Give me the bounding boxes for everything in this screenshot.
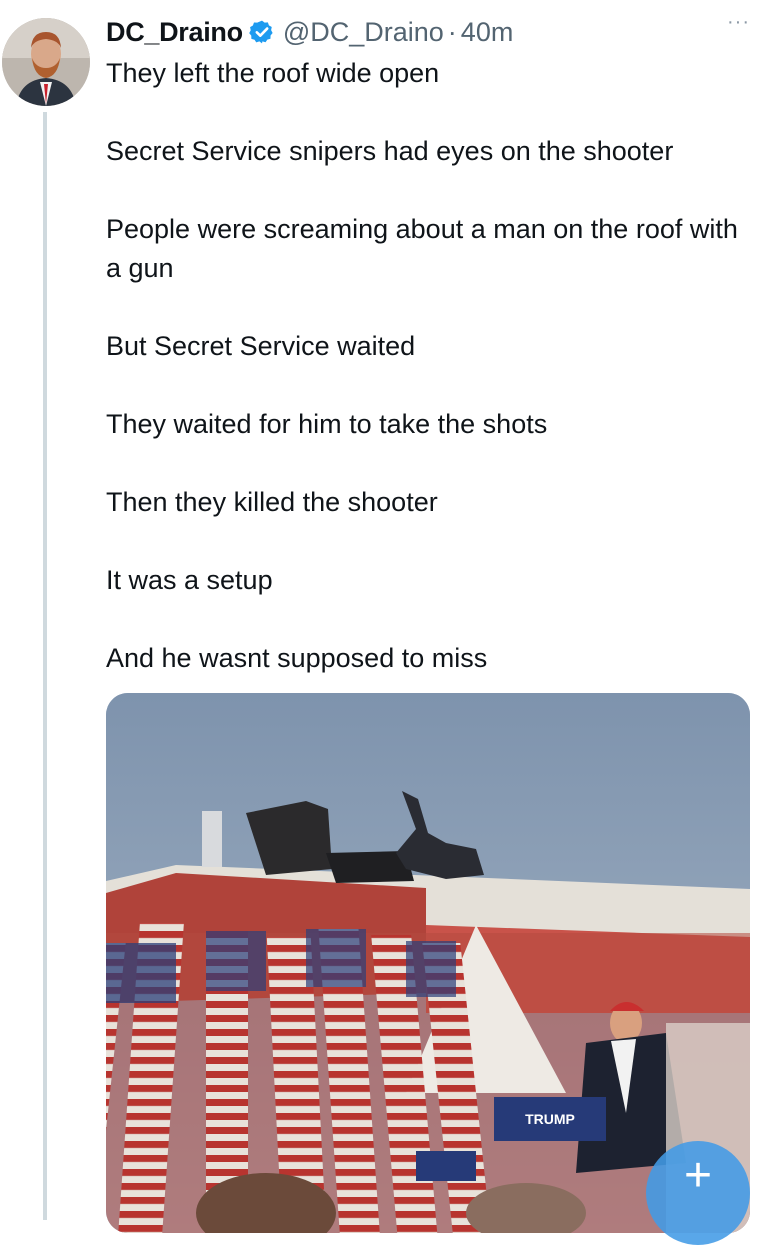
avatar[interactable] [2, 18, 90, 106]
compose-button[interactable]: + [646, 1141, 750, 1245]
plus-icon: + [683, 1149, 713, 1202]
timestamp[interactable]: 40m [461, 17, 514, 48]
author-handle[interactable]: @DC_Draino [283, 17, 444, 48]
avatar-image [2, 18, 90, 106]
tweet-line: It was a setup [106, 565, 273, 595]
tweet-line: Then they killed the shooter [106, 487, 438, 517]
podium-sign: TRUMP [525, 1111, 575, 1127]
tweet-text: They left the roof wide open Secret Serv… [106, 54, 756, 678]
tweet-line: They left the roof wide open [106, 58, 440, 88]
tweet-header: DC_Draino @DC_Draino · 40m [106, 12, 768, 52]
tweet-media-photo[interactable]: TRUMP [106, 693, 750, 1233]
author-name[interactable]: DC_Draino [106, 17, 243, 48]
tweet-line: And he wasnt supposed to miss [106, 643, 488, 673]
tweet-line: Secret Service snipers had eyes on the s… [106, 136, 674, 166]
tweet-line: But Secret Service waited [106, 331, 416, 361]
rally-photo: TRUMP [106, 693, 750, 1233]
more-options-icon[interactable]: ··· [727, 12, 750, 32]
tweet-line: People were screaming about a man on the… [106, 214, 738, 283]
thread-line [43, 112, 47, 1220]
meta-separator: · [447, 16, 457, 47]
verified-badge-icon [249, 20, 273, 44]
tweet-line: They waited for him to take the shots [106, 409, 548, 439]
